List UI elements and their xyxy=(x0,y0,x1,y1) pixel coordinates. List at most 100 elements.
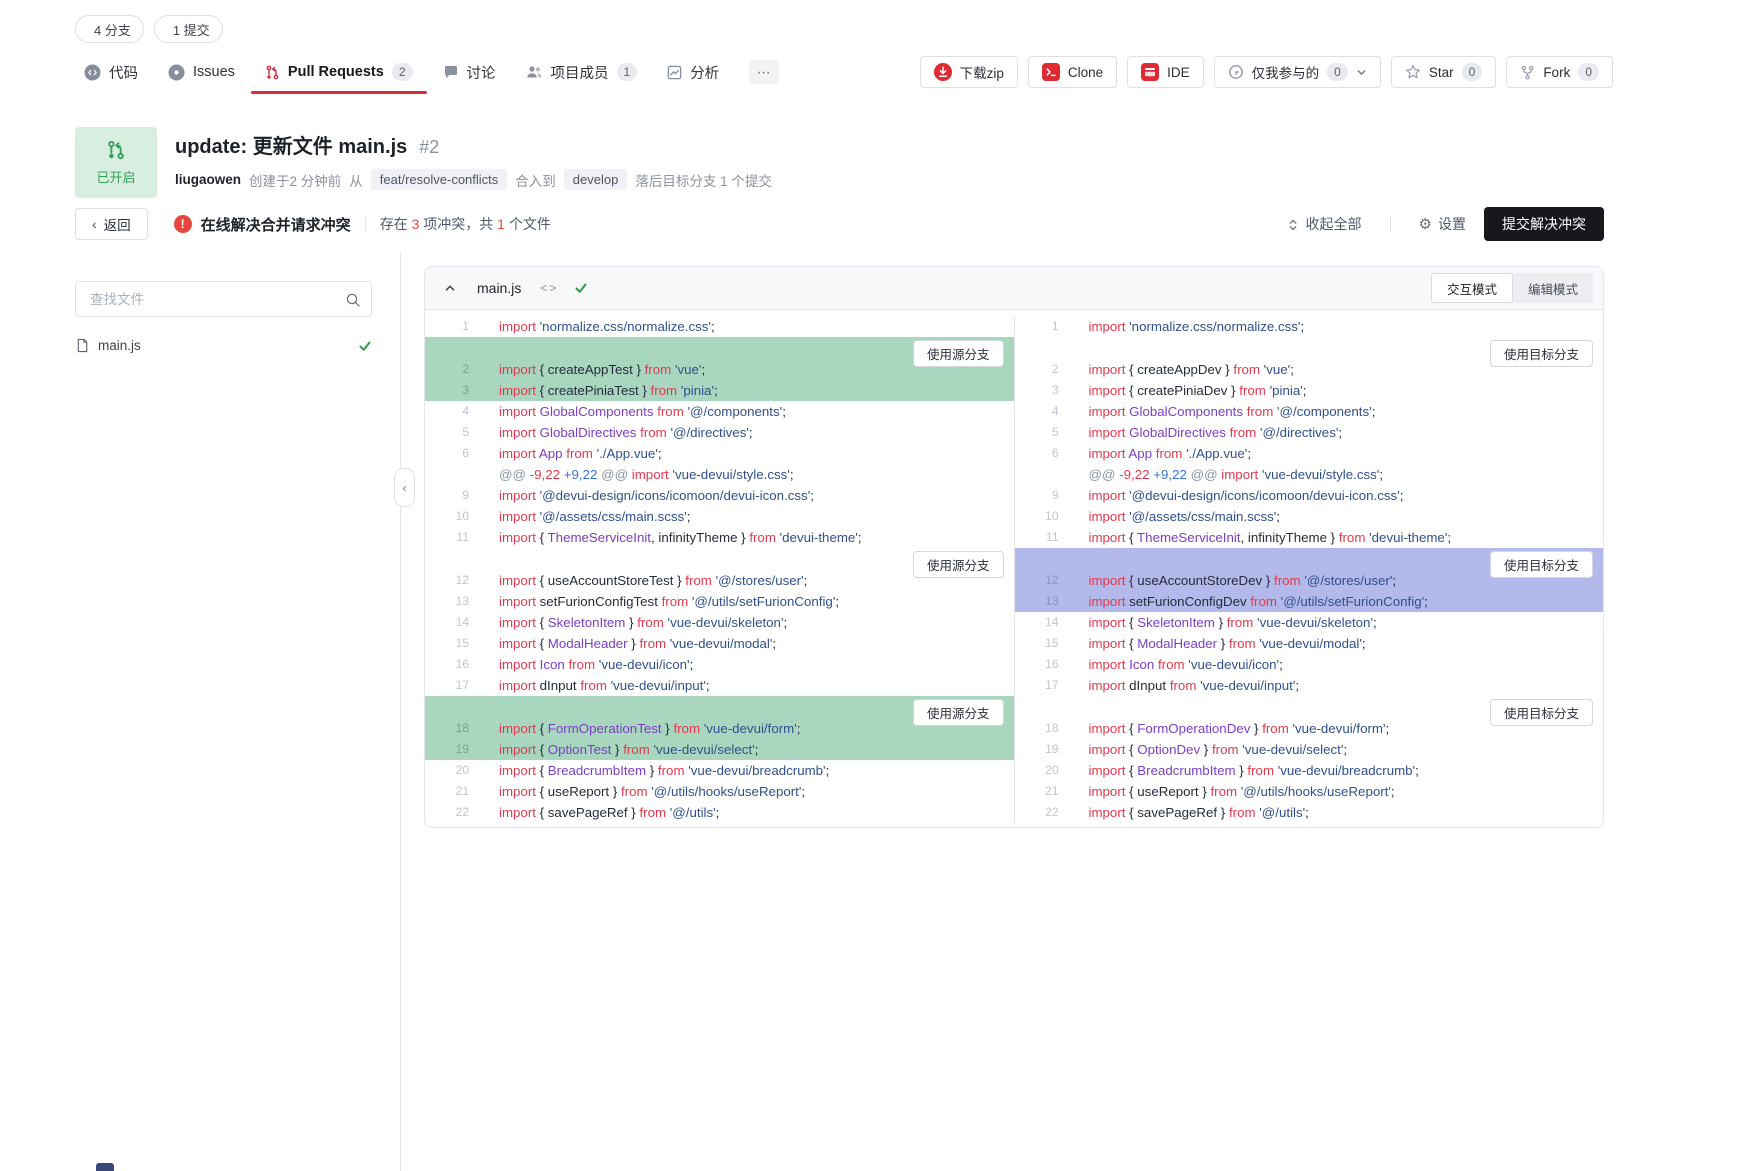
diff-line: 11import { ThemeServiceInit, infinityThe… xyxy=(1015,527,1604,548)
action-button[interactable]: Fork0 xyxy=(1506,56,1613,88)
toolbar-heading: 在线解决合并请求冲突 xyxy=(201,214,351,235)
branches-pill-label: 4 分支 xyxy=(94,20,131,39)
pr-state-label: 已开启 xyxy=(96,167,135,186)
chart-icon xyxy=(667,65,682,80)
toolbar-divider xyxy=(1390,216,1391,232)
pr-title: update: 更新文件 main.js xyxy=(175,130,407,159)
collapse-file-chevron-up-icon[interactable] xyxy=(444,282,456,294)
use-target-branch-button[interactable]: 使用目标分支 xyxy=(1490,340,1593,367)
diff-file-name: main.js xyxy=(477,280,521,296)
collapse-all-button[interactable]: 收起全部 xyxy=(1286,214,1362,234)
nav-tab[interactable]: Issues xyxy=(168,50,235,94)
action-button[interactable]: Clone xyxy=(1028,56,1117,88)
members-icon xyxy=(526,64,543,80)
diff-line: 17import dInput from 'vue-devui/input'; xyxy=(425,675,1014,696)
action-button-label: 仅我参与的 xyxy=(1252,62,1320,82)
sidebar-collapse-handle[interactable]: ‹ xyxy=(394,468,415,507)
nav-tab-count: 2 xyxy=(392,63,413,81)
pr-conflict-page: 4 分支 1 提交 代码 Issues Pull Requests 2 讨论 项目成员1 分… xyxy=(0,0,1740,1171)
line-number: 15 xyxy=(1015,633,1065,654)
settings-button[interactable]: ⚙ 设置 xyxy=(1419,214,1466,234)
resolved-check-icon xyxy=(574,281,588,295)
commits-pill[interactable]: 1 提交 xyxy=(154,15,223,43)
line-number: 6 xyxy=(1015,443,1065,464)
diff-panel: main.js <> 交互模式 编辑模式 1import 'normalize.… xyxy=(424,266,1604,828)
action-button[interactable]: IDE xyxy=(1127,56,1204,88)
pr-state-badge: 已开启 xyxy=(75,127,157,198)
warning-icon: ! xyxy=(174,215,192,233)
use-target-branch-button[interactable]: 使用目标分支 xyxy=(1490,551,1593,578)
line-number: 5 xyxy=(425,422,475,443)
search-icon xyxy=(345,291,361,309)
line-number: 13 xyxy=(425,591,475,612)
pr-from-label: 从 xyxy=(349,170,363,190)
line-number: 19 xyxy=(1015,739,1065,760)
line-number xyxy=(425,464,475,485)
pr-behind-info: 落后目标分支 1 个提交 xyxy=(635,170,772,190)
use-source-branch-button[interactable]: 使用源分支 xyxy=(913,699,1004,726)
edit-mode-button[interactable]: 编辑模式 xyxy=(1513,273,1593,303)
more-tabs-button[interactable]: ⋯ xyxy=(749,60,779,84)
conflict-block: 使用源分支12import { useAccountStoreTest } fr… xyxy=(425,548,1014,612)
nav-tab[interactable]: 项目成员1 xyxy=(526,50,638,94)
nav-tab-label: 代码 xyxy=(109,62,138,83)
diff-line: 10import '@/assets/css/main.scss'; xyxy=(425,506,1014,527)
diff-line: 4import GlobalComponents from '@/compone… xyxy=(1015,401,1604,422)
bottom-edge-widget xyxy=(96,1163,114,1171)
pr-merge-label: 合入到 xyxy=(515,170,556,190)
diff-line: 15import { ModalHeader } from 'vue-devui… xyxy=(1015,633,1604,654)
diff-line: 3import { createPiniaTest } from 'pinia'… xyxy=(425,380,1014,401)
file-list-item[interactable]: main.js xyxy=(75,332,372,358)
nav-tab[interactable]: 代码 xyxy=(84,50,138,94)
diff-line: 4import GlobalComponents from '@/compone… xyxy=(425,401,1014,422)
diff-line: 11import { ThemeServiceInit, infinityThe… xyxy=(425,527,1014,548)
line-number: 9 xyxy=(1015,485,1065,506)
toolbar-divider xyxy=(365,216,366,232)
sidebar-divider xyxy=(400,252,401,1171)
line-number: 6 xyxy=(425,443,475,464)
diff-line: 15import { ModalHeader } from 'vue-devui… xyxy=(425,633,1014,654)
use-target-branch-button[interactable]: 使用目标分支 xyxy=(1490,699,1593,726)
use-source-branch-button[interactable]: 使用源分支 xyxy=(913,551,1004,578)
file-sidebar: main.js xyxy=(75,281,372,358)
action-button-label: Star xyxy=(1429,65,1454,80)
collapse-all-icon xyxy=(1286,216,1300,232)
conflict-toolbar: ‹ 返回 ! 在线解决合并请求冲突 存在 3 项冲突，共 1 个文件 收起全部 … xyxy=(75,206,1604,242)
diff-line: 3import { createPiniaDev } from 'pinia'; xyxy=(1015,380,1604,401)
view-code-icon[interactable]: <> xyxy=(540,281,558,295)
line-number: 18 xyxy=(1015,718,1065,739)
back-button[interactable]: ‹ 返回 xyxy=(75,208,148,240)
conflict-block: 使用目标分支2import { createAppDev } from 'vue… xyxy=(1015,337,1604,401)
line-number: 19 xyxy=(425,739,475,760)
line-number: 20 xyxy=(1015,760,1065,781)
action-button[interactable]: 下载zip xyxy=(920,56,1018,88)
branches-pill[interactable]: 4 分支 xyxy=(75,15,144,43)
diff-line: 16import Icon from 'vue-devui/icon'; xyxy=(1015,654,1604,675)
line-number xyxy=(1015,464,1065,485)
back-button-label: 返回 xyxy=(104,214,131,234)
file-search-input[interactable] xyxy=(88,291,337,308)
nav-tab[interactable]: Pull Requests 2 xyxy=(265,50,413,94)
diff-body: 1import 'normalize.css/normalize.css';使用… xyxy=(425,310,1603,827)
use-source-branch-button[interactable]: 使用源分支 xyxy=(913,340,1004,367)
repo-stats-row: 4 分支 1 提交 xyxy=(75,15,223,43)
pr-number: #2 xyxy=(419,137,439,158)
action-button[interactable]: 仅我参与的0 xyxy=(1214,56,1381,88)
interactive-mode-button[interactable]: 交互模式 xyxy=(1431,273,1513,303)
line-number: 12 xyxy=(425,570,475,591)
conflict-block: 使用目标分支18import { FormOperationDev } from… xyxy=(1015,696,1604,760)
nav-tab[interactable]: 讨论 xyxy=(443,50,496,94)
commits-pill-label: 1 提交 xyxy=(173,20,210,39)
action-button-label: IDE xyxy=(1167,65,1190,80)
line-number: 14 xyxy=(1015,612,1065,633)
diff-line: 19import { OptionTest } from 'vue-devui/… xyxy=(425,739,1014,760)
action-button[interactable]: Star0 xyxy=(1391,56,1496,88)
comment-icon xyxy=(443,64,459,80)
diff-line: 14import { SkeletonItem } from 'vue-devu… xyxy=(1015,612,1604,633)
file-list: main.js xyxy=(75,332,372,358)
action-button-label: Clone xyxy=(1068,65,1103,80)
nav-tab-label: Pull Requests xyxy=(288,64,384,80)
submit-resolution-button[interactable]: 提交解决冲突 xyxy=(1484,207,1604,241)
nav-tab-label: 讨论 xyxy=(467,62,496,83)
nav-tab[interactable]: 分析 xyxy=(667,50,719,94)
